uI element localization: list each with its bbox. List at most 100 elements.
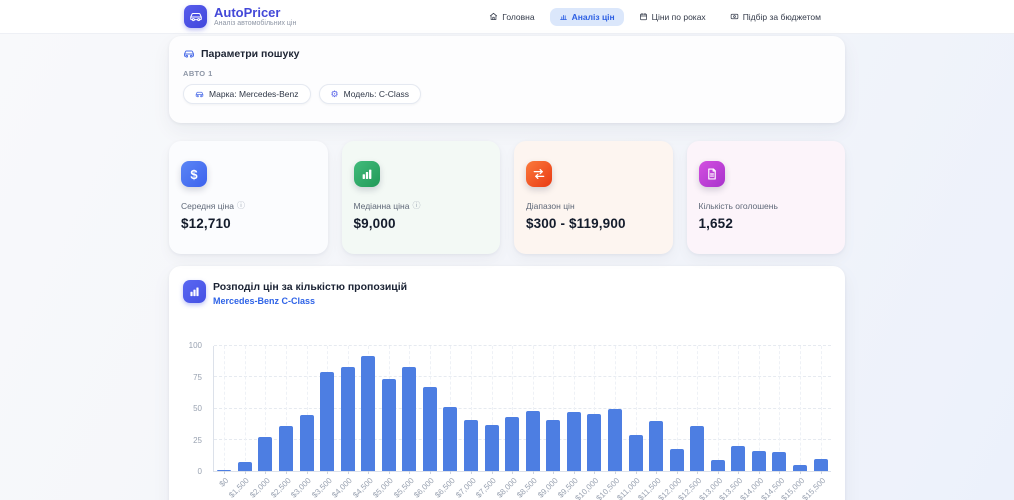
bar-slot: $2,500: [269, 346, 297, 500]
bar-slot: $5,000: [371, 346, 400, 500]
x-tick-label: $2,500: [268, 476, 293, 500]
axis-tick: [779, 471, 781, 474]
search-params-header: Параметри пошуку: [183, 48, 831, 60]
bar-slot: $10,000: [574, 346, 605, 500]
stats-row: $ Середня ціна ⓘ $12,710 Медіанна ціна ⓘ…: [169, 141, 845, 254]
bar[interactable]: [278, 426, 293, 471]
axis-tick: [738, 471, 740, 474]
info-icon[interactable]: ⓘ: [237, 202, 245, 210]
x-tick-label: $8,500: [515, 476, 540, 500]
nav-item-budget-picker[interactable]: Підбір за бюджетом: [721, 8, 830, 26]
x-tick-label: $8,000: [494, 476, 519, 500]
bar-slot: $0: [214, 346, 235, 489]
stat-card-price-range: Діапазон цін $300 - $119,900: [514, 141, 673, 254]
bar-slot: $5,500: [392, 346, 420, 500]
bar[interactable]: [772, 452, 787, 471]
stat-value: $300 - $119,900: [526, 216, 626, 231]
search-params-title: Параметри пошуку: [201, 48, 300, 60]
chart-subtitle: Mercedes-Benz C-Class: [213, 296, 316, 306]
bar[interactable]: [361, 356, 376, 471]
banknote-icon: [730, 13, 738, 20]
bar-slot: $13,000: [697, 346, 729, 500]
axis-tick: [306, 471, 308, 474]
x-tick-label: $7,500: [474, 476, 498, 500]
brand[interactable]: AutoPricer Аналіз автомобільних цін: [184, 5, 296, 28]
bar-slot: $13,500: [718, 346, 749, 500]
bar[interactable]: [525, 411, 540, 471]
plot-area: $0 $1,500 $2,000 $2,500 $3,000 $3,500 $4,000 $4…: [213, 345, 831, 500]
bar[interactable]: [422, 387, 437, 471]
axis-tick: [429, 471, 431, 474]
stat-label: Діапазон цін: [526, 201, 575, 211]
bar[interactable]: [587, 413, 602, 471]
bar-slot: $8,500: [515, 346, 543, 500]
bar[interactable]: [340, 367, 355, 471]
bar[interactable]: [690, 426, 705, 471]
y-axis-labels: 0 25 50 75 100: [183, 341, 208, 476]
bar-slot: $9,500: [557, 346, 585, 500]
price-distribution-chart: 0 25 50 75 100 $0 $1,500 $2,000 $2,500 $3,000 $3,…: [183, 341, 831, 500]
bar-slot: $3,000: [289, 346, 317, 500]
bar[interactable]: [607, 408, 622, 471]
bar[interactable]: [751, 451, 766, 471]
bar[interactable]: [813, 458, 828, 471]
axis-tick: [388, 471, 390, 474]
x-tick-label: $1,500: [227, 476, 252, 500]
bar[interactable]: [320, 372, 335, 471]
x-tick-label: $5,000: [371, 476, 396, 500]
axis-tick: [800, 471, 802, 474]
axis-tick: [553, 471, 555, 474]
axis-tick: [224, 471, 226, 474]
car-group-label: АВТО 1: [183, 69, 213, 78]
bar[interactable]: [464, 419, 478, 471]
axis-tick: [265, 471, 267, 474]
stat-label: Медіанна ціна: [353, 201, 410, 211]
bar[interactable]: [731, 446, 746, 471]
bar-slot: $11,500: [636, 346, 667, 500]
bar-slot: $4,500: [351, 346, 379, 500]
bar[interactable]: [443, 407, 458, 471]
bar-slot: $8,000: [495, 346, 523, 500]
bar[interactable]: [546, 419, 561, 471]
model-filter-chip[interactable]: ⚙ Модель: C-Class: [318, 84, 422, 104]
stat-label: Середня ціна: [181, 201, 234, 211]
bar[interactable]: [669, 448, 684, 471]
bar[interactable]: [566, 412, 581, 471]
bar[interactable]: [710, 459, 725, 471]
axis-tick: [573, 471, 575, 474]
bar[interactable]: [381, 378, 396, 471]
axis-tick: [512, 471, 514, 474]
bar[interactable]: [258, 437, 273, 471]
bar[interactable]: [237, 462, 252, 471]
home-icon: [490, 12, 498, 20]
grid-line: [244, 346, 246, 471]
grid-line: [820, 346, 822, 471]
stat-card-listings-count: Кількість оголошень 1,652: [686, 141, 845, 254]
bar-slot: $14,000: [738, 346, 770, 500]
bar[interactable]: [299, 414, 314, 471]
axis-tick: [614, 471, 616, 474]
gear-icon: ⚙: [330, 88, 339, 99]
nav-item-price-analysis[interactable]: Аналіз цін: [549, 7, 624, 26]
bar[interactable]: [402, 367, 417, 471]
bar-slot: $14,500: [759, 346, 790, 500]
x-tick-label: $3,000: [289, 476, 313, 500]
bar-chart-icon: [183, 280, 206, 303]
x-tick-label: $5,500: [392, 476, 416, 500]
bar[interactable]: [628, 434, 643, 471]
nav-item-home[interactable]: Головна: [480, 8, 543, 26]
x-tick-label: $0: [217, 476, 231, 489]
brand-filter-chip[interactable]: Марка: Mercedes-Benz: [183, 84, 311, 104]
bar-slot: $11,000: [616, 346, 646, 500]
nav-item-prices-by-year[interactable]: Ціни по роках: [630, 8, 715, 26]
x-tick-label: $7,000: [453, 476, 478, 500]
bar[interactable]: [484, 424, 499, 471]
bar-slot: $9,000: [536, 346, 564, 500]
axis-tick: [327, 471, 329, 474]
chart-title: Розподіл цін за кількістю пропозицій: [213, 281, 408, 293]
bar[interactable]: [505, 417, 520, 471]
brand-name: AutoPricer: [214, 4, 281, 20]
axis-tick: [758, 471, 760, 474]
bar[interactable]: [649, 421, 664, 471]
info-icon[interactable]: ⓘ: [412, 202, 420, 210]
